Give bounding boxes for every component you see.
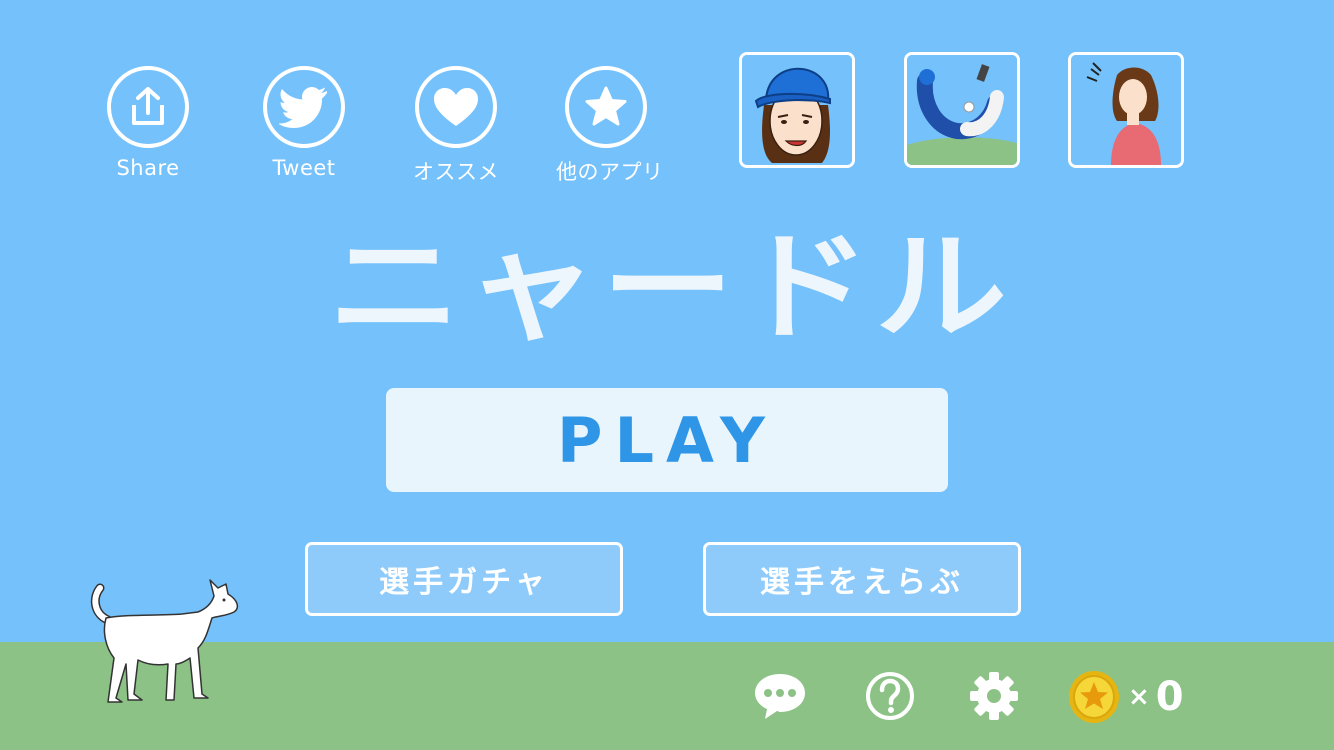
help-button[interactable] — [862, 668, 918, 724]
gear-icon — [970, 672, 1018, 720]
recommend-button[interactable]: オススメ — [406, 66, 506, 186]
choose-player-button[interactable]: 選手をえらぶ — [703, 542, 1021, 616]
player-girl-thumbnail[interactable] — [1068, 52, 1184, 168]
tweet-label: Tweet — [272, 156, 336, 180]
player-gacha-button[interactable]: 選手ガチャ — [305, 542, 623, 616]
star-icon — [585, 86, 627, 126]
chat-button[interactable] — [752, 668, 808, 724]
recommend-label: オススメ — [413, 160, 499, 184]
play-button[interactable]: PLAY — [386, 388, 948, 492]
tweet-button[interactable]: Tweet — [254, 66, 354, 180]
share-label: Share — [116, 156, 180, 180]
other-apps-button[interactable]: 他のアプリ — [556, 66, 664, 186]
coin-count: 0 — [1155, 674, 1184, 720]
help-icon — [866, 672, 914, 720]
twitter-bird-icon — [279, 87, 327, 128]
heart-icon — [434, 88, 478, 126]
surprised-girl-illustration — [1071, 55, 1181, 165]
cat-character — [90, 579, 239, 703]
coin-counter: × 0 — [1068, 670, 1184, 724]
coin-multiplier: × — [1128, 682, 1150, 712]
settings-button[interactable] — [966, 668, 1022, 724]
cap-girl-illustration — [742, 55, 852, 165]
chat-icon — [755, 674, 805, 719]
pitcher-illustration — [907, 55, 1017, 165]
player-cap-girl-thumbnail[interactable] — [739, 52, 855, 168]
share-button[interactable]: Share — [98, 66, 198, 180]
coin-icon — [1069, 671, 1119, 723]
player-pitcher-thumbnail[interactable] — [904, 52, 1020, 168]
other-apps-label: 他のアプリ — [556, 160, 664, 184]
game-title: ニャードル — [328, 218, 1012, 356]
share-icon — [132, 87, 164, 125]
